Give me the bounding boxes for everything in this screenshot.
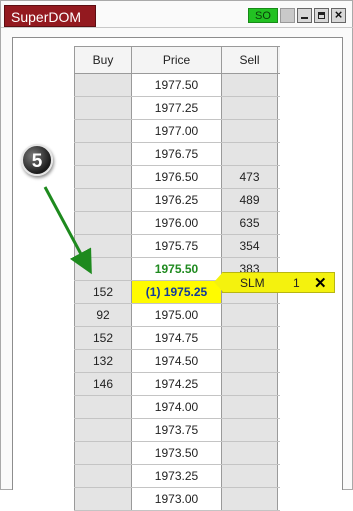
sell-cell[interactable] [222, 488, 278, 510]
price-cell[interactable]: 1973.00 [132, 488, 222, 510]
buy-cell[interactable] [74, 488, 132, 510]
superdom-window: SuperDOM SO × Buy Price Sell 1977.50 1977… [0, 0, 353, 511]
ladder-row: 1973.00 [74, 488, 280, 511]
callout-arrow [43, 186, 92, 275]
